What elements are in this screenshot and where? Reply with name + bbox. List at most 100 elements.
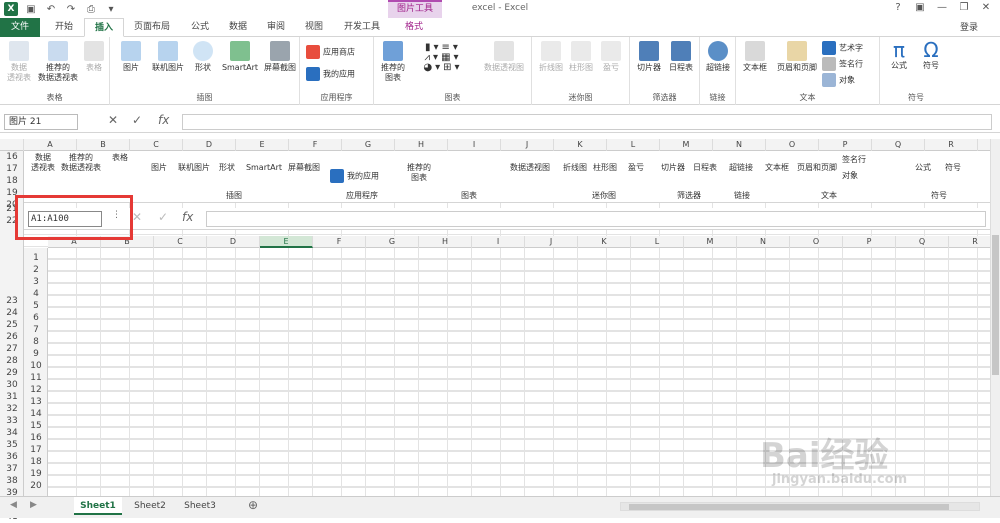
overlay-smartart-button[interactable]: SmartArt: [242, 163, 286, 173]
column-header-a[interactable]: A: [24, 139, 77, 151]
minimize-icon[interactable]: —: [934, 2, 950, 13]
add-sheet-icon[interactable]: ⊕: [248, 498, 258, 512]
overlay-header-footer-button[interactable]: 页眉和页脚: [794, 163, 840, 173]
formula-input[interactable]: [182, 114, 992, 130]
pivot-table-button[interactable]: 数据 透视表: [4, 41, 34, 83]
row-header-18[interactable]: 18: [0, 175, 24, 187]
my-apps-button[interactable]: 我的应用: [306, 67, 370, 81]
sheet-tab-2[interactable]: Sheet2: [126, 497, 174, 515]
sheet-next-icon[interactable]: ▶: [30, 500, 37, 510]
column-header-j[interactable]: J: [501, 139, 554, 151]
slicer-button[interactable]: 切片器: [634, 41, 664, 73]
overlay-cancel-icon[interactable]: ✕: [132, 210, 142, 224]
row-header-24[interactable]: 24: [0, 307, 24, 319]
tab-format[interactable]: 格式: [392, 18, 436, 37]
chart-types-gallery[interactable]: ▮▾≡▾ ⩘▾▦▾ ◕▾⊞▾: [410, 43, 476, 73]
column-header-k[interactable]: K: [554, 139, 607, 151]
column-header-b[interactable]: B: [77, 139, 130, 151]
overlay-row-header-12[interactable]: 12: [24, 384, 48, 396]
recommended-charts-button[interactable]: 推荐的 图表: [378, 41, 408, 83]
sheet-tab-1[interactable]: Sheet1: [74, 497, 122, 515]
overlay-column-header-j[interactable]: J: [525, 236, 578, 248]
overlay-row-header-2[interactable]: 2: [24, 264, 48, 276]
row-header-30[interactable]: 30: [0, 379, 24, 391]
overlay-column-header-d[interactable]: D: [207, 236, 260, 248]
overlay-column-header-n[interactable]: N: [737, 236, 790, 248]
overlay-column-header-m[interactable]: M: [684, 236, 737, 248]
column-header-d[interactable]: D: [183, 139, 236, 151]
row-header-38[interactable]: 38: [0, 475, 24, 487]
overlay-row-header-11[interactable]: 11: [24, 372, 48, 384]
overlay-row-header-14[interactable]: 14: [24, 408, 48, 420]
shapes-button[interactable]: 形状: [190, 41, 216, 73]
redo-icon[interactable]: ↷: [64, 2, 78, 16]
row-header-28[interactable]: 28: [0, 355, 24, 367]
tab-insert[interactable]: 插入: [84, 18, 124, 37]
overlay-row-header-4[interactable]: 4: [24, 288, 48, 300]
overlay-row-header-20[interactable]: 20: [24, 480, 48, 492]
smartart-button[interactable]: SmartArt: [218, 41, 262, 73]
overlay-column-header-f[interactable]: F: [313, 236, 366, 248]
table-button[interactable]: 表格: [82, 41, 106, 73]
overlay-table-button[interactable]: 表格: [108, 153, 132, 163]
column-header-h[interactable]: H: [395, 139, 448, 151]
online-picture-button[interactable]: 联机图片: [148, 41, 188, 73]
column-header-n[interactable]: N: [713, 139, 766, 151]
sparkline-line-button[interactable]: 折线图: [536, 41, 566, 73]
row-header-32[interactable]: 32: [0, 403, 24, 415]
overlay-column-header-l[interactable]: L: [631, 236, 684, 248]
overlay-column-header-i[interactable]: I: [472, 236, 525, 248]
overlay-row-header-3[interactable]: 3: [24, 276, 48, 288]
overlay-enter-icon[interactable]: ✓: [158, 210, 168, 224]
overlay-online-picture-button[interactable]: 联机图片: [174, 163, 214, 173]
row-header-33[interactable]: 33: [0, 415, 24, 427]
overlay-row-header-1[interactable]: 1: [24, 252, 48, 264]
overlay-column-header-q[interactable]: Q: [896, 236, 949, 248]
overlay-row-header-5[interactable]: 5: [24, 300, 48, 312]
ribbon-display-icon[interactable]: ▣: [912, 2, 928, 13]
row-header-29[interactable]: 29: [0, 367, 24, 379]
overlay-insert-function-icon[interactable]: fx: [182, 210, 193, 224]
overlay-row-header-19[interactable]: 19: [24, 468, 48, 480]
overlay-equation-button[interactable]: 公式: [908, 163, 938, 173]
overlay-signature-line-button[interactable]: 签名行: [842, 155, 902, 165]
overlay-screenshot-button[interactable]: 屏幕截图: [286, 163, 322, 173]
overlay-shapes-button[interactable]: 形状: [216, 163, 238, 173]
customize-qat-icon[interactable]: ▾: [104, 2, 118, 16]
row-header-27[interactable]: 27: [0, 343, 24, 355]
timeline-button[interactable]: 日程表: [666, 41, 696, 73]
sheet-tab-3[interactable]: Sheet3: [176, 497, 224, 515]
horizontal-scrollbar[interactable]: [620, 502, 980, 511]
tab-file[interactable]: 文件: [0, 18, 40, 37]
overlay-pivot-chart-button[interactable]: 数据透视图: [504, 163, 556, 173]
overlay-column-header-k[interactable]: K: [578, 236, 631, 248]
save-icon[interactable]: ▣: [24, 2, 38, 16]
print-preview-icon[interactable]: ⎙: [84, 2, 98, 16]
row-header-37[interactable]: 37: [0, 463, 24, 475]
text-box-button[interactable]: 文本框: [738, 41, 772, 73]
picture-button[interactable]: 图片: [118, 41, 144, 73]
overlay-slicer-button[interactable]: 切片器: [658, 163, 688, 173]
close-icon[interactable]: ✕: [978, 2, 994, 13]
screenshot-button[interactable]: 屏幕截图: [262, 41, 298, 73]
symbol-button[interactable]: Ω 符号: [916, 39, 946, 71]
overlay-hyperlink-button[interactable]: 超链接: [726, 163, 756, 173]
overlay-row-header-6[interactable]: 6: [24, 312, 48, 324]
sheet-prev-icon[interactable]: ◀: [10, 500, 17, 510]
row-header-23[interactable]: 23: [0, 295, 24, 307]
column-header-r[interactable]: R: [925, 139, 978, 151]
overlay-row-header-9[interactable]: 9: [24, 348, 48, 360]
row-header-31[interactable]: 31: [0, 391, 24, 403]
login-link[interactable]: 登录: [960, 20, 978, 33]
column-header-l[interactable]: L: [607, 139, 660, 151]
row-header-36[interactable]: 36: [0, 451, 24, 463]
app-store-button[interactable]: 应用商店: [306, 45, 370, 59]
column-header-g[interactable]: G: [342, 139, 395, 151]
overlay-recommended-charts-button[interactable]: 推荐的 图表: [404, 163, 434, 183]
overlay-pivot-table-button[interactable]: 数据 透视表: [28, 153, 58, 173]
row-header-25[interactable]: 25: [0, 319, 24, 331]
overlay-row-header-15[interactable]: 15: [24, 420, 48, 432]
row-header-17[interactable]: 17: [0, 163, 24, 175]
tab-developer[interactable]: 开发工具: [336, 18, 388, 37]
vertical-scroll-thumb[interactable]: [992, 235, 999, 375]
